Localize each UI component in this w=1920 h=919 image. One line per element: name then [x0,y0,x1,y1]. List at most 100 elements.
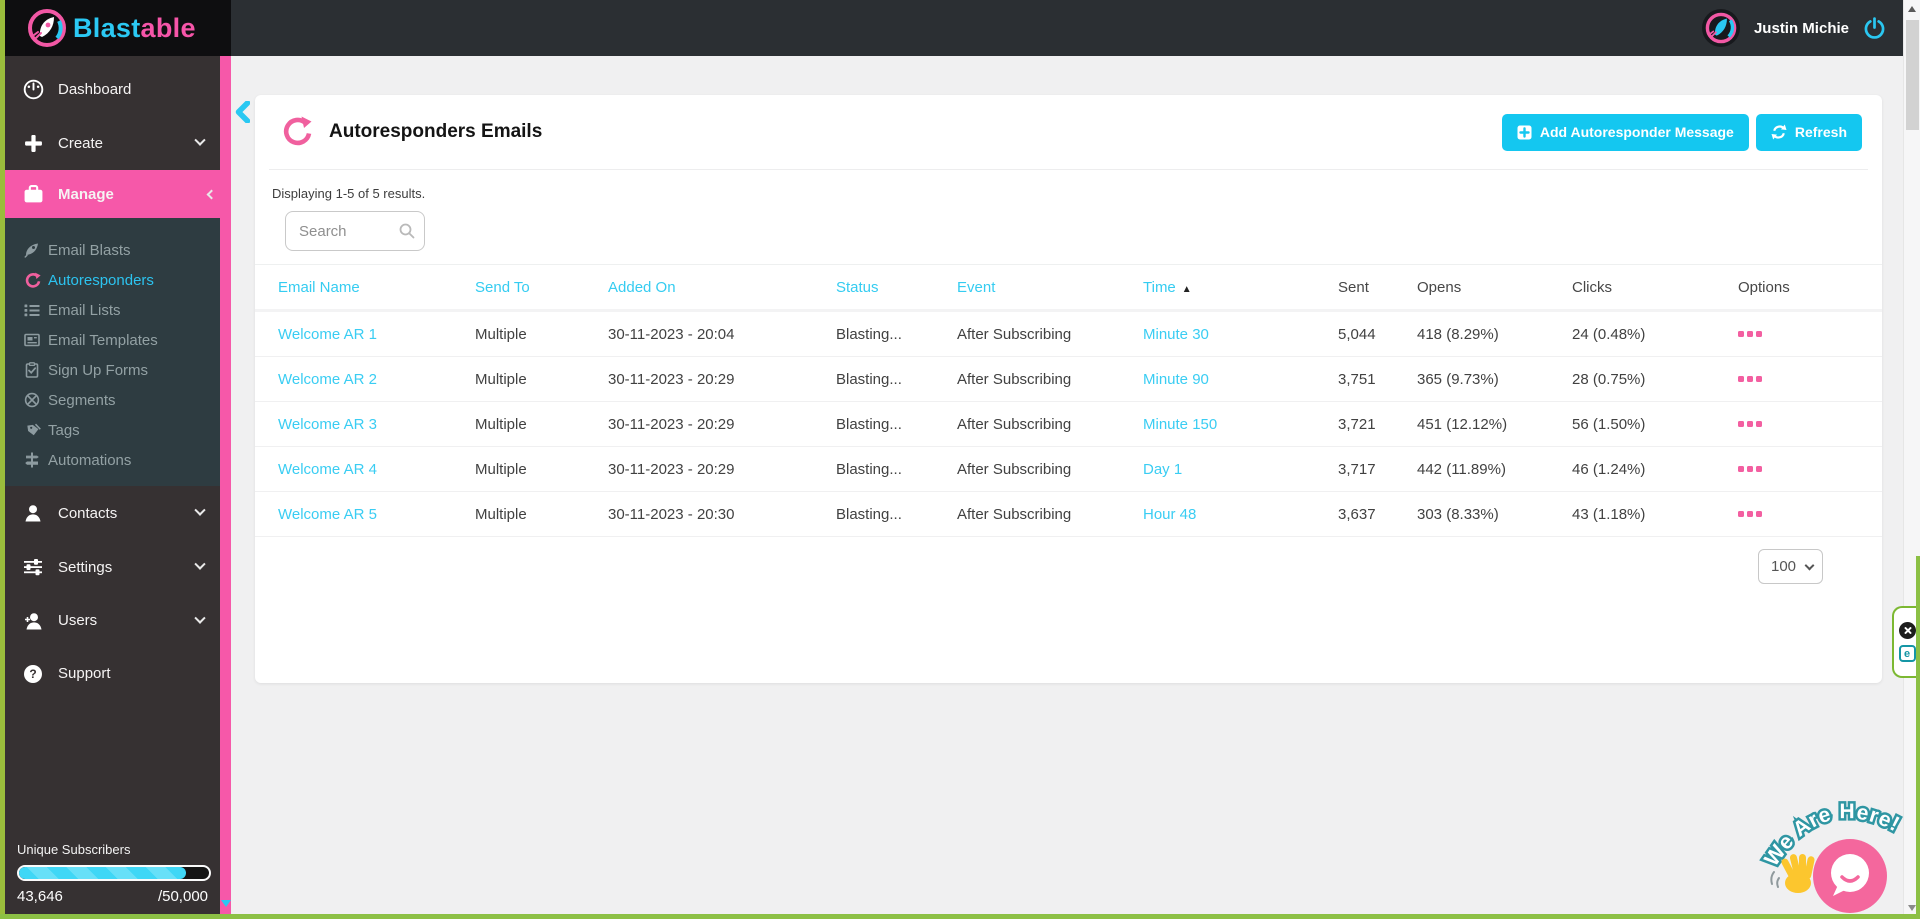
scroll-up-icon[interactable] [1908,6,1916,12]
submenu-item-segments[interactable]: Segments [5,385,220,415]
refresh-button[interactable]: Refresh [1756,114,1862,151]
column-header-status[interactable]: Status [836,279,957,296]
brand-wordmark: Blastable [73,13,196,44]
opens-cell: 451 (12.12%) [1417,416,1572,433]
sort-asc-icon: ▲ [1182,284,1192,295]
time-link[interactable]: Minute 150 [1143,416,1338,433]
app-screen: Blastable Justin Michie [0,0,1920,919]
chat-launcher[interactable]: We Are Here! [1765,786,1910,916]
sidebar-item-create[interactable]: Create [5,116,220,170]
screen-border-left [0,0,5,919]
sidebar-item-dashboard[interactable]: Dashboard [5,62,220,116]
avatar[interactable] [1702,9,1740,47]
newspaper-icon [22,332,42,348]
email-name-link[interactable]: Welcome AR 2 [278,371,475,388]
time-link[interactable]: Day 1 [1143,461,1338,478]
send-to-cell: Multiple [475,326,608,343]
submenu-item-email-lists[interactable]: Email Lists [5,295,220,325]
column-header-event[interactable]: Event [957,279,1143,296]
email-name-link[interactable]: Welcome AR 3 [278,416,475,433]
list-icon [22,302,42,318]
sidebar-collapse-button[interactable] [235,101,250,128]
added-on-cell: 30-11-2023 - 20:29 [608,371,836,388]
sliders-icon [22,557,44,577]
submenu-item-autoresponders[interactable]: Autoresponders [5,265,220,295]
time-link[interactable]: Minute 30 [1143,326,1338,343]
added-on-cell: 30-11-2023 - 20:29 [608,461,836,478]
subscribers-current: 43,646 [17,888,63,905]
submenu-item-email-templates[interactable]: Email Templates [5,325,220,355]
column-header-send-to[interactable]: Send To [475,279,608,296]
event-cell: After Subscribing [957,371,1143,388]
column-header-email-name[interactable]: Email Name [278,279,475,296]
chevron-down-icon [194,612,205,623]
table-row: Welcome AR 1 Multiple 30-11-2023 - 20:04… [255,312,1882,357]
search-icon [399,223,415,244]
status-cell: Blasting... [836,506,957,523]
opens-cell: 303 (8.33%) [1417,506,1572,523]
table-row: Welcome AR 4 Multiple 30-11-2023 - 20:29… [255,447,1882,492]
added-on-cell: 30-11-2023 - 20:04 [608,326,836,343]
sidebar-item-support[interactable]: ? Support [5,647,220,700]
event-cell: After Subscribing [957,326,1143,343]
question-icon: ? [22,664,44,684]
options-menu-icon[interactable] [1738,466,1864,472]
page-size-select[interactable]: 100 [1758,549,1823,584]
brand-logo[interactable]: Blastable [0,0,231,56]
column-header-opens: Opens [1417,279,1572,296]
subscribers-label: Unique Subscribers [17,842,214,857]
svg-text:?: ? [29,667,36,681]
plus-icon [22,134,44,153]
subscribers-progress [17,865,211,881]
scrollbar-thumb[interactable] [1906,20,1919,130]
sidebar-item-settings[interactable]: Settings [5,540,220,594]
opens-cell: 442 (11.89%) [1417,461,1572,478]
add-autoresponder-button[interactable]: Add Autoresponder Message [1502,114,1749,151]
submenu-item-sign-up-forms[interactable]: Sign Up Forms [5,355,220,385]
chevron-down-icon [194,559,205,570]
column-header-sent: Sent [1338,279,1417,296]
signpost-icon [22,452,42,468]
opens-cell: 418 (8.29%) [1417,326,1572,343]
autoresponders-card: Autoresponders Emails Add Autoresponder … [255,95,1882,683]
rocket-icon [22,242,42,258]
table-header-row: Email Name Send To Added On Status Event… [255,264,1882,312]
email-name-link[interactable]: Welcome AR 1 [278,326,475,343]
submenu-item-automations[interactable]: Automations [5,445,220,475]
options-menu-icon[interactable] [1738,331,1864,337]
sidebar-item-manage[interactable]: Manage [5,170,231,218]
main-content: Autoresponders Emails Add Autoresponder … [231,56,1904,914]
send-to-cell: Multiple [475,371,608,388]
column-header-clicks: Clicks [1572,279,1738,296]
sent-cell: 3,721 [1338,416,1417,433]
column-header-options: Options [1738,279,1864,296]
briefcase-icon [22,184,44,205]
status-cell: Blasting... [836,371,957,388]
sidebar-item-contacts[interactable]: Contacts [5,486,220,540]
extension-e-icon[interactable]: e [1899,645,1916,662]
power-icon[interactable] [1863,17,1886,40]
send-to-cell: Multiple [475,461,608,478]
clicks-cell: 43 (1.18%) [1572,506,1738,523]
column-header-time[interactable]: Time▲ [1143,279,1338,296]
time-link[interactable]: Hour 48 [1143,506,1338,523]
send-to-cell: Multiple [475,506,608,523]
options-menu-icon[interactable] [1738,511,1864,517]
manage-submenu: Email Blasts Autoresponders Email Lists … [5,218,220,486]
close-icon[interactable] [1899,622,1916,639]
plus-square-icon [1517,125,1532,140]
clicks-cell: 46 (1.24%) [1572,461,1738,478]
email-name-link[interactable]: Welcome AR 4 [278,461,475,478]
options-menu-icon[interactable] [1738,421,1864,427]
table-row: Welcome AR 3 Multiple 30-11-2023 - 20:29… [255,402,1882,447]
time-link[interactable]: Minute 90 [1143,371,1338,388]
column-header-added-on[interactable]: Added On [608,279,836,296]
scroll-down-icon[interactable] [1908,905,1916,911]
options-menu-icon[interactable] [1738,376,1864,382]
refresh-title-icon [281,116,313,148]
submenu-item-email-blasts[interactable]: Email Blasts [5,235,220,265]
sidebar-item-users[interactable]: Users [5,594,220,647]
submenu-item-tags[interactable]: Tags [5,415,220,445]
status-cell: Blasting... [836,461,957,478]
email-name-link[interactable]: Welcome AR 5 [278,506,475,523]
